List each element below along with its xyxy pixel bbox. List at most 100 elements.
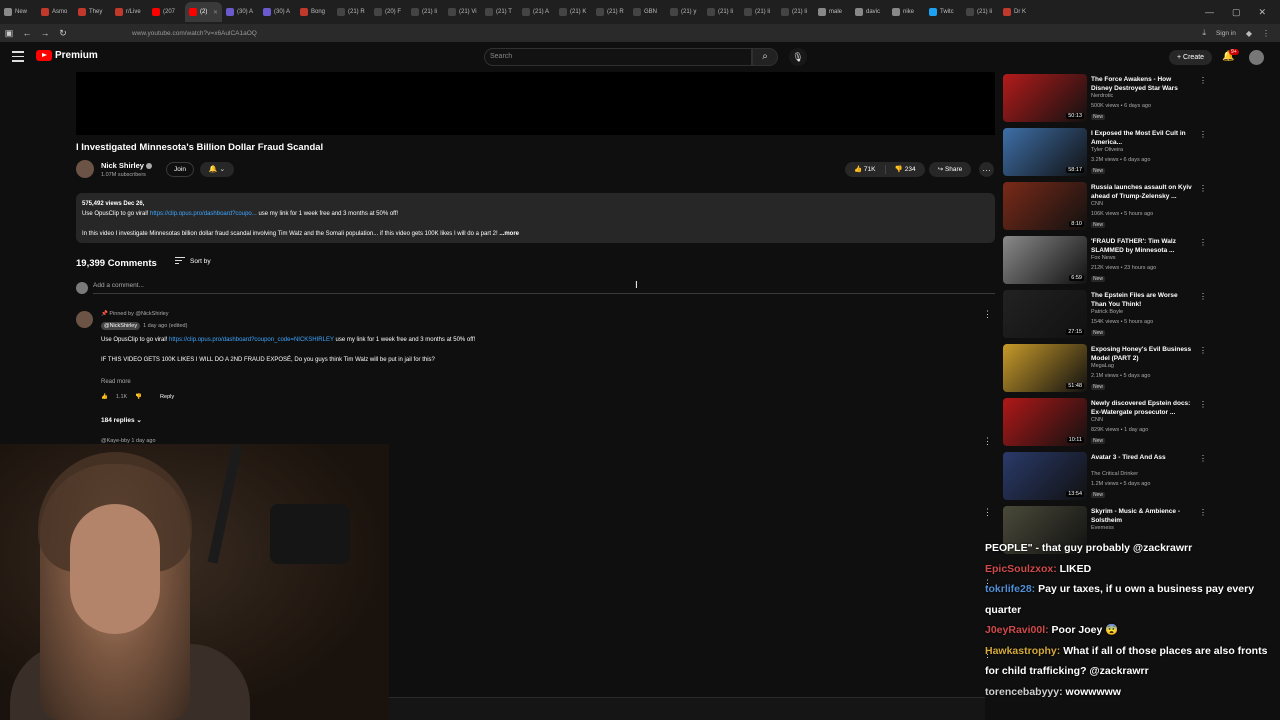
comment-menu-icon[interactable]: ⋮ bbox=[983, 436, 992, 447]
video-title[interactable]: Newly discovered Epstein docs: Ex-Waterg… bbox=[1091, 399, 1193, 417]
browser-tab[interactable]: (21) li bbox=[407, 2, 444, 22]
browser-tab[interactable]: Twitc bbox=[925, 2, 962, 22]
channel-name[interactable]: Tyler Oliveira bbox=[1091, 147, 1123, 153]
video-title[interactable]: Skyrim - Music & Ambience - Solstheim bbox=[1091, 507, 1193, 525]
browser-tab[interactable]: (21) Vi bbox=[444, 2, 481, 22]
video-title[interactable]: Avatar 3 - Tired And Ass bbox=[1091, 453, 1193, 462]
video-thumbnail[interactable]: 51:48 bbox=[1003, 344, 1087, 392]
comment-menu-icon[interactable]: ⋮ bbox=[983, 309, 992, 320]
channel-avatar[interactable] bbox=[76, 160, 94, 178]
sort-by-button[interactable]: Sort by bbox=[175, 257, 211, 266]
replies-toggle[interactable]: 184 replies ⌄ bbox=[101, 416, 142, 424]
recommended-video[interactable]: 13:54 Avatar 3 - Tired And Ass The Critica… bbox=[1003, 452, 1207, 504]
description-box[interactable]: 575,492 views Dec 26, Use OpusClip to go… bbox=[76, 193, 995, 243]
video-thumbnail[interactable]: 10:11 bbox=[1003, 398, 1087, 446]
dislike-button[interactable]: 👎 234 bbox=[886, 162, 926, 177]
maximize-icon[interactable]: ▢ bbox=[1232, 7, 1241, 18]
video-menu-icon[interactable]: ⋮ bbox=[1199, 238, 1207, 247]
comment-menu-icon[interactable]: ⋮ bbox=[983, 507, 992, 518]
video-thumbnail[interactable]: 50:13 bbox=[1003, 74, 1087, 122]
browser-tab[interactable]: (21) li bbox=[962, 2, 999, 22]
search-input[interactable]: Search bbox=[484, 48, 752, 66]
video-title[interactable]: The Force Awakens - How Disney Destroyed… bbox=[1091, 75, 1193, 93]
video-title[interactable]: Russia launches assault on Kyiv ahead of… bbox=[1091, 183, 1193, 201]
video-menu-icon[interactable]: ⋮ bbox=[1199, 346, 1207, 355]
browser-tab[interactable]: (21) A bbox=[518, 2, 555, 22]
recommended-video[interactable]: 10:11 Newly discovered Epstein docs: Ex-W… bbox=[1003, 398, 1207, 450]
channel-name[interactable]: The Critical Drinker bbox=[1091, 471, 1138, 477]
video-player[interactable] bbox=[76, 72, 995, 135]
browser-menu-icon[interactable]: ⋮ bbox=[1262, 29, 1270, 38]
comment-dislike-icon[interactable]: 👎 bbox=[135, 394, 142, 400]
browser-tab[interactable]: They bbox=[74, 2, 111, 22]
browser-tab[interactable]: GBN bbox=[629, 2, 666, 22]
download-icon[interactable]: ⤓ bbox=[1202, 28, 1206, 38]
channel-name[interactable]: Nick Shirley bbox=[101, 161, 152, 170]
browser-tab[interactable]: (21) y bbox=[666, 2, 703, 22]
browser-tab[interactable]: davic bbox=[851, 2, 888, 22]
browser-tab[interactable]: (21) li bbox=[740, 2, 777, 22]
account-avatar[interactable] bbox=[1249, 50, 1264, 65]
video-thumbnail[interactable]: 27:15 bbox=[1003, 290, 1087, 338]
video-menu-icon[interactable]: ⋮ bbox=[1199, 454, 1207, 463]
browser-tab[interactable]: male bbox=[814, 2, 851, 22]
youtube-logo[interactable]: Premium bbox=[36, 50, 98, 61]
recommended-video[interactable]: 50:13 The Force Awakens - How Disney Dest… bbox=[1003, 74, 1207, 126]
microphone-icon[interactable]: 🎙 bbox=[789, 48, 807, 66]
sign-in-link[interactable]: Sign in bbox=[1216, 30, 1236, 37]
comment-time[interactable]: 1 day ago (edited) bbox=[143, 323, 187, 329]
browser-tab[interactable]: (20) F bbox=[370, 2, 407, 22]
minimize-icon[interactable]: — bbox=[1205, 7, 1214, 17]
reload-icon[interactable]: ↻ bbox=[54, 28, 72, 39]
browser-tab[interactable]: (2) ✕ bbox=[185, 2, 222, 22]
desc-link[interactable]: https://clip.opus.pro/dashboard?coupo... bbox=[150, 211, 257, 217]
video-menu-icon[interactable]: ⋮ bbox=[1199, 292, 1207, 301]
browser-tab[interactable]: (21) R bbox=[333, 2, 370, 22]
browser-tab[interactable]: r/Live bbox=[111, 2, 148, 22]
search-icon[interactable]: ⌕ bbox=[752, 48, 778, 66]
extensions-icon[interactable]: ◆ bbox=[1246, 29, 1252, 38]
browser-tab[interactable]: (21) li bbox=[777, 2, 814, 22]
create-button[interactable]: + Create bbox=[1169, 50, 1213, 65]
comment-link[interactable]: https://clip.opus.pro/dashboard?coupon_c… bbox=[169, 337, 334, 343]
recommended-video[interactable]: 6:59 'FRAUD FATHER': Tim Walz SLAMMED by … bbox=[1003, 236, 1207, 288]
browser-tab[interactable]: New bbox=[0, 2, 37, 22]
channel-name[interactable]: Patrick Boyle bbox=[1091, 309, 1123, 315]
video-title[interactable]: Exposing Honey's Evil Business Model (PA… bbox=[1091, 345, 1193, 363]
url-field[interactable]: www.youtube.com/watch?v=x6AulCA1aOQ bbox=[132, 30, 257, 37]
browser-tab[interactable]: nike bbox=[888, 2, 925, 22]
browser-tab[interactable]: (207 bbox=[148, 2, 185, 22]
show-more-link[interactable]: ...more bbox=[499, 231, 519, 237]
channel-name[interactable]: Everness bbox=[1091, 525, 1114, 531]
browser-tab[interactable]: (21) li bbox=[703, 2, 740, 22]
browser-tab[interactable]: (30) A bbox=[222, 2, 259, 22]
video-menu-icon[interactable]: ⋮ bbox=[1199, 508, 1207, 517]
comment-author[interactable]: @NickShirley bbox=[101, 322, 141, 330]
video-thumbnail[interactable]: 58:17 bbox=[1003, 128, 1087, 176]
more-actions-icon[interactable]: … bbox=[979, 162, 994, 177]
browser-tab[interactable]: (21) T bbox=[481, 2, 518, 22]
video-thumbnail[interactable]: 8:10 bbox=[1003, 182, 1087, 230]
sidebar-toggle-icon[interactable]: ▣ bbox=[0, 28, 18, 39]
video-title[interactable]: 'FRAUD FATHER': Tim Walz SLAMMED by Minn… bbox=[1091, 237, 1193, 255]
close-icon[interactable]: ✕ bbox=[1258, 7, 1266, 18]
comment-like-icon[interactable]: 👍 bbox=[101, 394, 108, 400]
video-menu-icon[interactable]: ⋮ bbox=[1199, 184, 1207, 193]
forward-icon[interactable]: → bbox=[36, 28, 54, 38]
tab-close-icon[interactable]: ✕ bbox=[213, 9, 218, 16]
channel-name[interactable]: MegaLag bbox=[1091, 363, 1114, 369]
browser-tab[interactable]: Bong bbox=[296, 2, 333, 22]
back-icon[interactable]: ← bbox=[18, 28, 36, 38]
channel-name[interactable]: Fox News bbox=[1091, 255, 1115, 261]
join-button[interactable]: Join bbox=[166, 162, 194, 177]
reply-button[interactable]: Reply bbox=[160, 394, 174, 400]
share-button[interactable]: ↪ Share bbox=[929, 162, 971, 177]
subscribe-bell-button[interactable]: 🔔 ⌄ bbox=[200, 162, 234, 177]
recommended-video[interactable]: 58:17 I Exposed the Most Evil Cult in Ame… bbox=[1003, 128, 1207, 180]
hamburger-menu-icon[interactable] bbox=[12, 51, 24, 65]
recommended-video[interactable]: 8:10 Russia launches assault on Kyiv ahea… bbox=[1003, 182, 1207, 234]
channel-name[interactable]: CNN bbox=[1091, 201, 1103, 207]
channel-name[interactable]: CNN bbox=[1091, 417, 1103, 423]
recommended-video[interactable]: 51:48 Exposing Honey's Evil Business Mode… bbox=[1003, 344, 1207, 396]
video-thumbnail[interactable]: 13:54 bbox=[1003, 452, 1087, 500]
